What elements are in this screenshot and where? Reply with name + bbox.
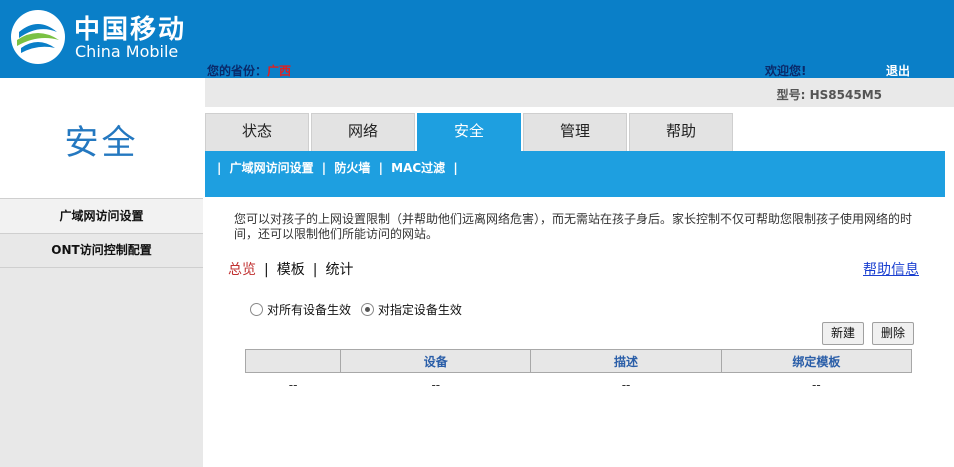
radio-all-devices-label[interactable]: 对所有设备生效 bbox=[267, 303, 351, 317]
help-info-link[interactable]: 帮助信息 bbox=[863, 259, 919, 279]
province-label: 您的省份： bbox=[207, 64, 268, 78]
tab-security[interactable]: 安全 bbox=[417, 113, 521, 151]
sidebar-title: 安全 bbox=[64, 123, 139, 163]
sub-navigation: | 广域网访问设置 | 防火墙 | MAC过滤 | bbox=[217, 159, 462, 176]
link-overview[interactable]: 总览 bbox=[228, 262, 256, 278]
subnav-separator: | bbox=[321, 161, 327, 175]
new-button[interactable]: 新建 bbox=[822, 322, 865, 345]
link-stats[interactable]: 统计 bbox=[325, 262, 353, 278]
left-sidebar: 安全 广域网访问设置 ONT访问控制配置 bbox=[0, 78, 203, 467]
brand-name-en: China Mobile bbox=[75, 42, 179, 61]
table-header-row: 设备 描述 绑定模板 bbox=[244, 349, 913, 373]
table-header-template: 绑定模板 bbox=[720, 349, 913, 373]
subnav-separator: | bbox=[453, 161, 458, 175]
subnav-separator: | bbox=[217, 161, 222, 175]
table-header-description: 描述 bbox=[530, 349, 722, 373]
china-mobile-logo-icon bbox=[11, 10, 65, 64]
radio-specific-devices-label[interactable]: 对指定设备生效 bbox=[378, 303, 462, 317]
table-cell: -- bbox=[720, 372, 913, 397]
link-template[interactable]: 模板 bbox=[277, 262, 305, 278]
tab-status[interactable]: 状态 bbox=[205, 113, 309, 151]
link-separator: | bbox=[312, 262, 318, 278]
province-value: 广西 bbox=[267, 64, 292, 78]
header: 中国移动 China Mobile 您的省份：广西 欢迎您! 退出 bbox=[0, 0, 954, 78]
welcome-text: 欢迎您! bbox=[765, 64, 807, 78]
tab-management[interactable]: 管理 bbox=[523, 113, 627, 151]
table-header-select bbox=[244, 349, 342, 373]
subnav-firewall[interactable]: 防火墙 bbox=[334, 161, 370, 175]
logout-link[interactable]: 退出 bbox=[886, 62, 910, 79]
link-separator: | bbox=[264, 262, 269, 278]
subnav-mac-filter[interactable]: MAC过滤 bbox=[391, 161, 445, 175]
radio-all-devices[interactable] bbox=[250, 303, 263, 316]
view-links: 总览 | 模板 | 统计 bbox=[228, 259, 353, 279]
page-description: 您可以对孩子的上网设置限制（并帮助他们远离网络危害），而无需站在孩子身后。家长控… bbox=[234, 212, 913, 241]
apply-scope-radios: 对所有设备生效 对指定设备生效 bbox=[250, 301, 468, 318]
table-header-device: 设备 bbox=[340, 349, 532, 373]
model-bar: 型号: HS8545M5 bbox=[205, 78, 954, 107]
sidebar-item-wan-access[interactable]: 广域网访问设置 bbox=[0, 198, 203, 234]
table-row: -- -- -- -- bbox=[244, 372, 913, 397]
subnav-separator: | bbox=[378, 161, 383, 175]
sub-navigation-bar: | 广域网访问设置 | 防火墙 | MAC过滤 | bbox=[205, 151, 945, 197]
table-cell: -- bbox=[530, 372, 722, 397]
tab-network[interactable]: 网络 bbox=[311, 113, 415, 151]
radio-specific-devices[interactable] bbox=[360, 303, 374, 316]
sidebar-item-ont-access-control[interactable]: ONT访问控制配置 bbox=[0, 233, 203, 268]
table-cell: -- bbox=[340, 372, 532, 397]
model-label: 型号: HS8545M5 bbox=[776, 88, 882, 102]
subnav-wan-access[interactable]: 广域网访问设置 bbox=[230, 161, 314, 175]
tab-help[interactable]: 帮助 bbox=[629, 113, 733, 151]
sidebar-title-box: 安全 bbox=[0, 78, 203, 198]
delete-button[interactable]: 删除 bbox=[872, 322, 915, 345]
device-rules-table: 设备 描述 绑定模板 -- -- -- -- bbox=[244, 349, 913, 397]
province-info: 您的省份：广西 bbox=[207, 62, 291, 79]
table-cell: -- bbox=[244, 372, 342, 397]
brand-name-cn: 中国移动 bbox=[74, 15, 187, 45]
